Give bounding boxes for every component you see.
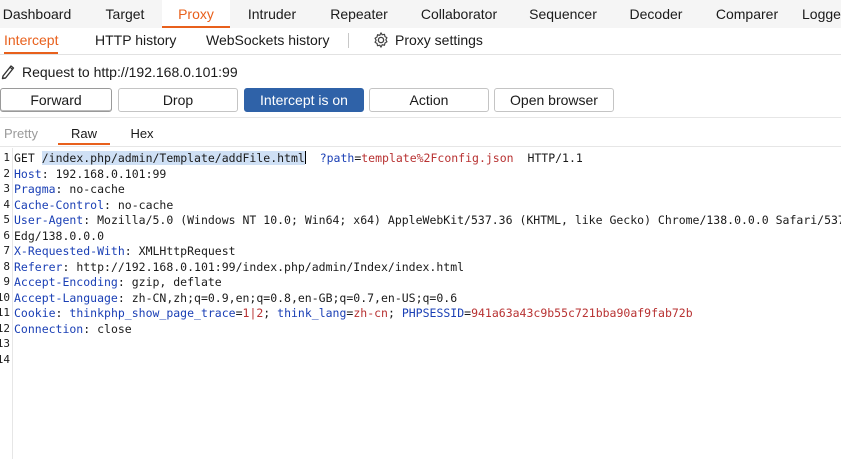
header-line: Referer: http://192.168.0.101:99/index.p… bbox=[14, 259, 465, 274]
http-version: HTTP/1.1 bbox=[527, 151, 583, 165]
header-name: X-Requested-With bbox=[14, 244, 125, 258]
drop-button[interactable]: Drop bbox=[118, 88, 238, 112]
tab-websockets-history[interactable]: WebSockets history bbox=[206, 28, 329, 52]
header-line: X-Requested-With: XMLHttpRequest bbox=[14, 244, 236, 258]
tab-dashboard[interactable]: Dashboard bbox=[0, 0, 74, 28]
cookie-name: think_lang bbox=[277, 306, 347, 320]
line-number: 11 bbox=[0, 306, 10, 319]
tab-target[interactable]: Target bbox=[96, 0, 154, 28]
tab-logger[interactable]: Logger bbox=[802, 0, 841, 28]
tab-intercept[interactable]: Intercept bbox=[4, 28, 59, 54]
line-number: 7 bbox=[3, 244, 10, 257]
header-line: Cache-Control: no-cache bbox=[14, 197, 174, 212]
text-caret bbox=[304, 151, 306, 164]
request-line: GET /index.php/admin/Template/addFile.ht… bbox=[14, 151, 583, 166]
header-value: gzip, deflate bbox=[131, 275, 222, 289]
pencil-icon bbox=[1, 65, 15, 80]
header-value: no-cache bbox=[117, 197, 174, 212]
header-name: Host bbox=[14, 166, 42, 181]
header-value: zh-CN,zh;q=0.9,en;q=0.8,en-GB;q=0.7,en-U… bbox=[131, 290, 458, 305]
line-number: 9 bbox=[3, 275, 10, 288]
tab-comparer[interactable]: Comparer bbox=[708, 0, 786, 28]
line-number: 13 bbox=[0, 337, 10, 350]
tab-pretty[interactable]: Pretty bbox=[4, 122, 42, 145]
line-number: 14 bbox=[0, 352, 10, 366]
header-name: Connection bbox=[14, 321, 84, 336]
header-value: http://192.168.0.101:99/index.php/admin/… bbox=[76, 259, 465, 274]
intercept-toggle-button[interactable]: Intercept is on bbox=[244, 88, 364, 112]
header-name: Pragma bbox=[14, 182, 56, 196]
cookie-line: Cookie: thinkphp_show_page_trace=1|2; th… bbox=[14, 306, 693, 320]
line-number: 3 bbox=[3, 182, 10, 195]
tab-raw[interactable]: Raw bbox=[58, 122, 110, 145]
header-value: 192.168.0.101:99 bbox=[55, 166, 167, 181]
header-line: Pragma: no-cache bbox=[14, 182, 125, 196]
cookie-value: 941a63a43c9b55c721bba90af9fab72b bbox=[471, 306, 693, 320]
line-number-gutter: 1 2 3 4 5 6 7 8 9 10 11 12 13 14 bbox=[0, 148, 13, 459]
tab-intruder[interactable]: Intruder bbox=[238, 0, 306, 28]
line-number: 6 bbox=[3, 228, 10, 242]
tab-decoder[interactable]: Decoder bbox=[620, 0, 692, 28]
line-number: 8 bbox=[3, 259, 10, 273]
http-method: GET bbox=[14, 151, 35, 165]
proxy-settings-link[interactable]: Proxy settings bbox=[395, 28, 483, 52]
query-param-value: template%2Fconfig.json bbox=[361, 151, 514, 165]
tab-hex[interactable]: Hex bbox=[120, 122, 164, 145]
action-button[interactable]: Action bbox=[369, 88, 489, 112]
line-number: 5 bbox=[3, 213, 10, 226]
header-name: Referer bbox=[14, 259, 63, 274]
header-line: User-Agent: Mozilla/5.0 (Windows NT 10.0… bbox=[14, 213, 841, 228]
header-value: XMLHttpRequest bbox=[138, 244, 236, 258]
cookie-value: 1|2 bbox=[242, 306, 264, 320]
query-param-name: ?path bbox=[319, 151, 355, 165]
line-number: 2 bbox=[3, 166, 10, 180]
request-target-label: Request to http://192.168.0.101:99 bbox=[22, 64, 238, 80]
header-name: Cookie bbox=[14, 306, 56, 320]
header-line: Connection: close bbox=[14, 321, 132, 336]
forward-button[interactable]: Forward bbox=[0, 88, 112, 112]
header-value: Mozilla/5.0 (Windows NT 10.0; Win64; x64… bbox=[97, 213, 841, 227]
cookie-value: zh-cn bbox=[353, 306, 388, 320]
header-name: Accept-Encoding bbox=[14, 275, 118, 289]
header-value: close bbox=[97, 321, 132, 336]
message-view-tabs: Pretty Raw Hex bbox=[0, 122, 841, 147]
toolbar-divider bbox=[0, 117, 841, 118]
tab-http-history[interactable]: HTTP history bbox=[95, 28, 176, 52]
tab-sequencer[interactable]: Sequencer bbox=[522, 0, 604, 28]
user-agent-wrapped-tail: Edg/138.0.0.0 bbox=[14, 228, 105, 243]
header-line: Accept-Language: zh-CN,zh;q=0.9,en;q=0.8… bbox=[14, 290, 458, 305]
line-number: 1 bbox=[3, 151, 10, 164]
header-value: no-cache bbox=[69, 182, 125, 196]
request-editor[interactable]: 1 2 3 4 5 6 7 8 9 10 11 12 13 14 GET /in… bbox=[0, 148, 841, 459]
tab-repeater[interactable]: Repeater bbox=[322, 0, 396, 28]
line-number: 12 bbox=[0, 321, 10, 335]
cookie-name: thinkphp_show_page_trace bbox=[69, 306, 236, 320]
proxy-sub-tab-bar: Intercept HTTP history WebSockets histor… bbox=[0, 28, 841, 55]
tab-collaborator[interactable]: Collaborator bbox=[412, 0, 506, 28]
header-name: Cache-Control bbox=[14, 197, 105, 212]
header-name: User-Agent bbox=[14, 213, 84, 227]
gear-icon[interactable] bbox=[372, 31, 390, 49]
top-tab-bar: Dashboard Target Proxy Intruder Repeater… bbox=[0, 0, 841, 29]
open-browser-button[interactable]: Open browser bbox=[494, 88, 614, 112]
tab-divider bbox=[348, 33, 349, 48]
header-line: Accept-Encoding: gzip, deflate bbox=[14, 275, 222, 289]
line-number: 10 bbox=[0, 290, 10, 304]
header-line: Host: 192.168.0.101:99 bbox=[14, 166, 167, 181]
cookie-name: PHPSESSID bbox=[401, 306, 465, 320]
header-name: Accept-Language bbox=[14, 290, 118, 305]
request-path-selected: /index.php/admin/Template/addFile.html bbox=[41, 151, 305, 165]
tab-proxy[interactable]: Proxy bbox=[162, 0, 230, 28]
line-number: 4 bbox=[3, 197, 10, 211]
